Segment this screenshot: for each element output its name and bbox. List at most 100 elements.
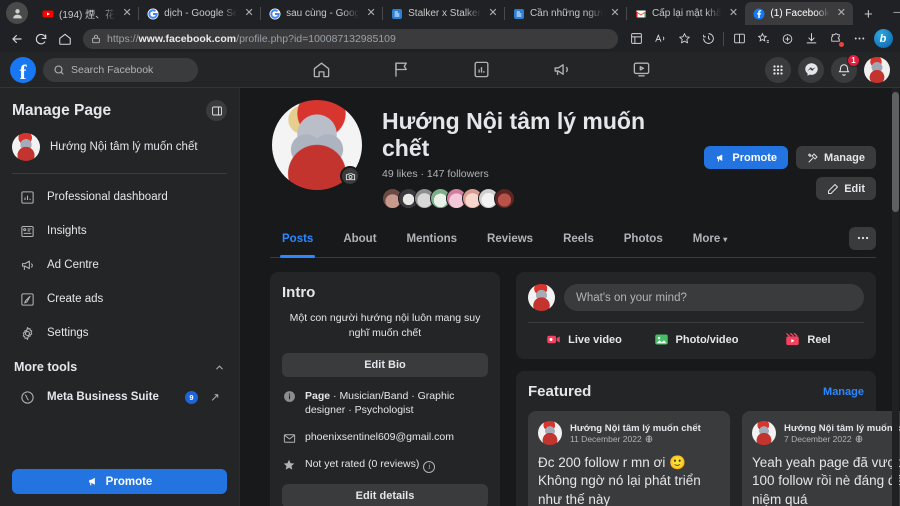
manage-button[interactable]: Manage [796, 146, 876, 169]
split-screen-icon[interactable] [728, 28, 750, 50]
nav-home[interactable] [299, 54, 345, 86]
tab-title: sau cùng - Goog [286, 8, 359, 19]
promote-button[interactable]: Promote [12, 469, 227, 494]
browser-tab-active[interactable]: (1) Facebook ✕ [745, 2, 853, 25]
info-icon[interactable]: i [423, 461, 435, 473]
gear-icon [18, 324, 36, 342]
external-link-icon[interactable]: ↗ [209, 388, 221, 406]
browser-tab[interactable]: Stalker x Stalker ✕ [383, 2, 505, 25]
copilot-icon[interactable]: b [872, 28, 894, 50]
sidebar-page-name: Hướng Nội tâm lý muốn chết [50, 141, 198, 153]
profile-header: Hướng Nội tâm lý muốn chết 49 likes · 14… [270, 96, 876, 209]
messenger-icon[interactable] [798, 57, 824, 83]
read-aloud-icon[interactable] [649, 28, 671, 50]
sidebar-item-label: Settings [47, 327, 89, 339]
sidebar-item-create-ads[interactable]: Create ads [6, 282, 233, 316]
chevron-up-icon[interactable] [214, 362, 225, 373]
sidebar-item-professional-dashboard[interactable]: Professional dashboard [6, 180, 233, 214]
featured-post-card[interactable]: Hướng Nội tâm lý muốn chết 7 December 20… [742, 411, 900, 506]
scrollbar-thumb[interactable] [892, 92, 899, 212]
sidebar-section-more-tools[interactable]: More tools [0, 350, 239, 380]
home-icon[interactable] [54, 28, 76, 50]
sidebar-item-settings[interactable]: Settings [6, 316, 233, 350]
close-icon[interactable]: ✕ [120, 7, 134, 21]
follower-avatar [494, 188, 515, 209]
history-icon[interactable] [697, 28, 719, 50]
settings-more-icon[interactable] [848, 28, 870, 50]
nav-insights[interactable] [459, 54, 505, 86]
tab-photos[interactable]: Photos [612, 225, 675, 257]
reload-icon[interactable] [30, 28, 52, 50]
sidebar-item-insights[interactable]: Insights [6, 214, 233, 248]
browser-profile-avatar[interactable] [6, 2, 28, 24]
edit-button[interactable]: Edit [816, 177, 876, 200]
close-icon[interactable]: ✕ [834, 7, 848, 21]
close-icon[interactable]: ✕ [242, 7, 256, 21]
browser-tab[interactable]: sau cùng - Goog ✕ [261, 2, 383, 25]
intro-email-text[interactable]: phoenixsentinel609@gmail.com [305, 430, 454, 445]
browser-tab[interactable]: Cần những ngườ ✕ [505, 2, 627, 25]
featured-post-card[interactable]: Hướng Nội tâm lý muốn chết 11 December 2… [528, 411, 730, 506]
nav-ads[interactable] [539, 54, 585, 86]
tab-label: Photos [624, 233, 663, 245]
favorites-bar-icon[interactable] [752, 28, 774, 50]
featured-manage-link[interactable]: Manage [823, 386, 864, 398]
browser-tab[interactable]: dịch - Google Se ✕ [139, 2, 261, 25]
panel-collapse-icon[interactable] [206, 100, 227, 121]
collections-icon[interactable] [625, 28, 647, 50]
bell-icon[interactable]: 1 [831, 57, 857, 83]
search-placeholder: Search Facebook [71, 64, 153, 76]
tab-posts[interactable]: Posts [270, 225, 325, 257]
composer-input[interactable]: What's on your mind? [564, 284, 864, 311]
new-tab-button[interactable]: + [857, 3, 879, 25]
facebook-top-navigation: f Search Facebook [0, 52, 900, 88]
photo-video-button[interactable]: Photo/video [640, 332, 752, 347]
search-input[interactable]: Search Facebook [43, 58, 198, 82]
minimize-button[interactable]: — [879, 0, 900, 25]
back-icon[interactable] [6, 28, 28, 50]
browser-tab[interactable]: Cấp lại mật khẩ ✕ [627, 2, 745, 25]
page-avatar [12, 133, 40, 161]
live-video-button[interactable]: Live video [528, 332, 640, 347]
blogger-icon [513, 8, 525, 20]
tab-mentions[interactable]: Mentions [395, 225, 469, 257]
profile-picture[interactable] [270, 98, 364, 192]
reel-button[interactable]: Reel [752, 332, 864, 347]
grid-icon[interactable] [765, 57, 791, 83]
browser-essentials-icon[interactable] [776, 28, 798, 50]
scrollbar[interactable] [892, 88, 899, 506]
intro-row-email: phoenixsentinel609@gmail.com [282, 430, 488, 445]
edit-details-button[interactable]: Edit details [282, 484, 488, 506]
sidebar-page-entry[interactable]: Hướng Nội tâm lý muốn chết [0, 125, 239, 171]
promote-button[interactable]: Promote [704, 146, 788, 169]
browser-window: (194) 煙、花 ✕ dịch - Google Se ✕ sau cùng … [0, 0, 900, 506]
favorite-icon[interactable] [673, 28, 695, 50]
camera-icon[interactable] [340, 166, 360, 186]
url-text: https://www.facebook.com/profile.php?id=… [107, 33, 396, 45]
avatar[interactable] [528, 284, 555, 311]
nav-video[interactable] [619, 54, 665, 86]
downloads-icon[interactable] [800, 28, 822, 50]
sidebar-item-meta-business-suite[interactable]: Meta Business Suite 9 ↗ [6, 380, 233, 414]
notification-badge: 1 [847, 54, 860, 67]
avatar[interactable] [864, 57, 890, 83]
extensions-icon[interactable] [824, 28, 846, 50]
close-icon[interactable]: ✕ [726, 7, 740, 21]
nav-pages[interactable] [379, 54, 425, 86]
tab-reels[interactable]: Reels [551, 225, 606, 257]
envelope-icon [282, 431, 296, 445]
close-icon[interactable]: ✕ [608, 7, 622, 21]
tab-more[interactable]: More▾ [681, 225, 740, 257]
tab-reviews[interactable]: Reviews [475, 225, 545, 257]
ellipsis-icon[interactable] [849, 227, 876, 250]
browser-tab[interactable]: (194) 煙、花 ✕ [34, 2, 139, 25]
tab-about[interactable]: About [331, 225, 388, 257]
tab-label: More [693, 233, 720, 245]
close-icon[interactable]: ✕ [364, 7, 378, 21]
edit-bio-button[interactable]: Edit Bio [282, 353, 488, 377]
google-icon [269, 8, 281, 20]
address-bar[interactable]: https://www.facebook.com/profile.php?id=… [83, 29, 618, 49]
close-icon[interactable]: ✕ [486, 7, 500, 21]
sidebar-item-ad-centre[interactable]: Ad Centre [6, 248, 233, 282]
facebook-logo-icon[interactable]: f [10, 57, 36, 83]
